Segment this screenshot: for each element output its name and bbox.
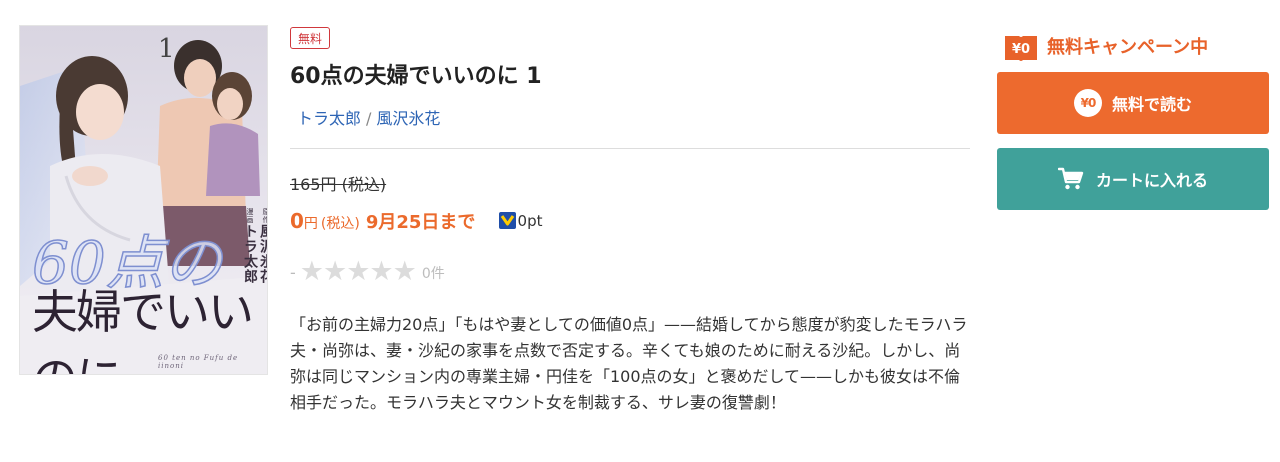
points-value: 0pt	[517, 212, 543, 230]
divider	[290, 148, 970, 149]
read-free-label: 無料で読む	[1111, 95, 1192, 114]
campaign-label: 無料キャンペーン中	[1047, 37, 1209, 58]
rating[interactable]: - ★★★★★ 0件	[290, 257, 445, 289]
sale-tax-label: (税込)	[320, 216, 360, 232]
free-badge: 無料	[290, 27, 331, 49]
cover-credit-art: 漫画トラ太郎	[242, 208, 258, 284]
product-description: 「お前の主婦力20点」「もはや妻としての価値0点」——結婚してから態度が豹変した…	[290, 315, 968, 412]
sale-price-unit: 円	[303, 216, 318, 232]
cover-credit-original: 原作風沢氷花	[258, 208, 267, 284]
yen-circle-icon: ¥0	[1073, 89, 1102, 117]
book-cover[interactable]: 1 原作風沢氷花 漫画トラ太郎 60点の 夫婦でいいのに 60 ten no F…	[20, 26, 267, 374]
sale-price-row: 0円 (税込) 9月25日まで 0pt	[290, 206, 542, 236]
product-title: 60点の夫婦でいいのに 1	[290, 64, 542, 89]
author-link[interactable]: 風沢氷花	[376, 109, 440, 128]
cover-credit-art-name: トラ太郎	[242, 224, 258, 284]
cover-volume: 1	[158, 34, 175, 64]
author-list: トラ太郎 / 風沢氷花	[297, 108, 440, 130]
points: 0pt	[498, 206, 543, 236]
read-free-button[interactable]: ¥0 無料で読む	[997, 72, 1269, 134]
rating-placeholder: -	[290, 263, 296, 282]
cover-credit-art-label: 漫画	[246, 208, 254, 224]
point-icon	[498, 212, 516, 229]
add-to-cart-button[interactable]: カートに入れる	[997, 148, 1269, 210]
cart-label: カートに入れる	[1095, 171, 1208, 190]
cover-romaji: 60 ten no Fufu de iinoni	[158, 354, 239, 370]
rating-count: 0件	[421, 266, 445, 282]
list-price: 165円 (税込)	[290, 175, 387, 194]
author-link[interactable]: トラ太郎	[297, 109, 361, 128]
sale-end-date: 9月25日まで	[365, 212, 476, 233]
campaign-banner: ¥0 無料キャンペーン中	[1003, 34, 1208, 62]
author-separator: /	[366, 109, 372, 128]
yen-book-icon: ¥0	[1005, 36, 1037, 61]
star-icon: ★★★★★	[299, 256, 417, 287]
campaign-icon-text: ¥0	[1012, 42, 1030, 57]
cart-icon	[1057, 167, 1084, 190]
cover-credit-original-label: 原作	[262, 208, 267, 224]
cover-credit-original-name: 風沢氷花	[258, 224, 267, 284]
sale-price-number: 0	[290, 209, 304, 233]
